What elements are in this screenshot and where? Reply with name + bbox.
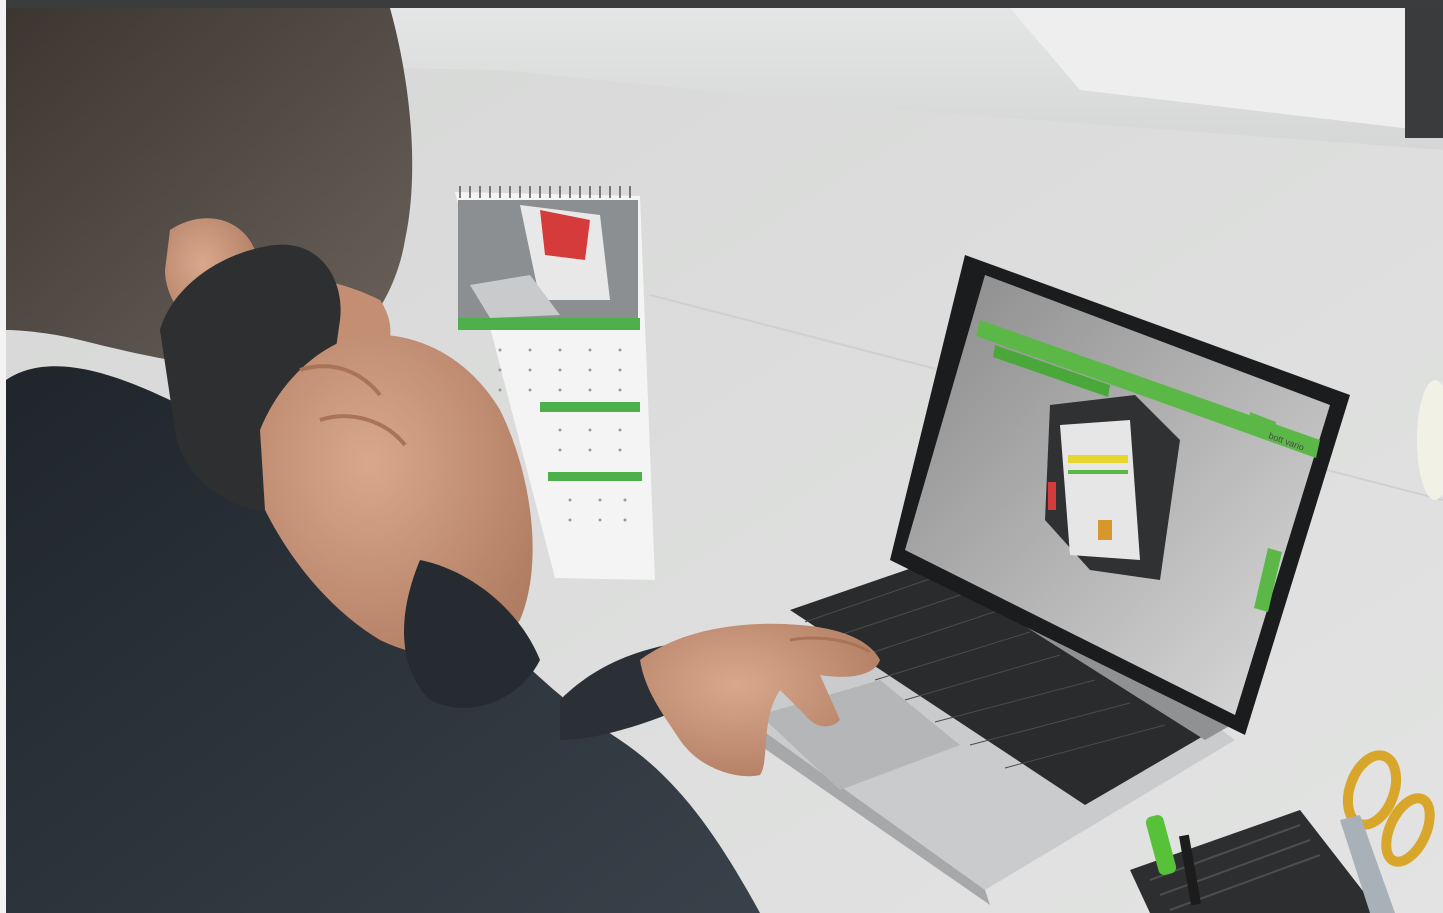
dark-post — [1405, 8, 1443, 138]
photo-scene: bott vario — [0, 0, 1443, 913]
scene-illustration: bott vario — [6, 8, 1443, 913]
